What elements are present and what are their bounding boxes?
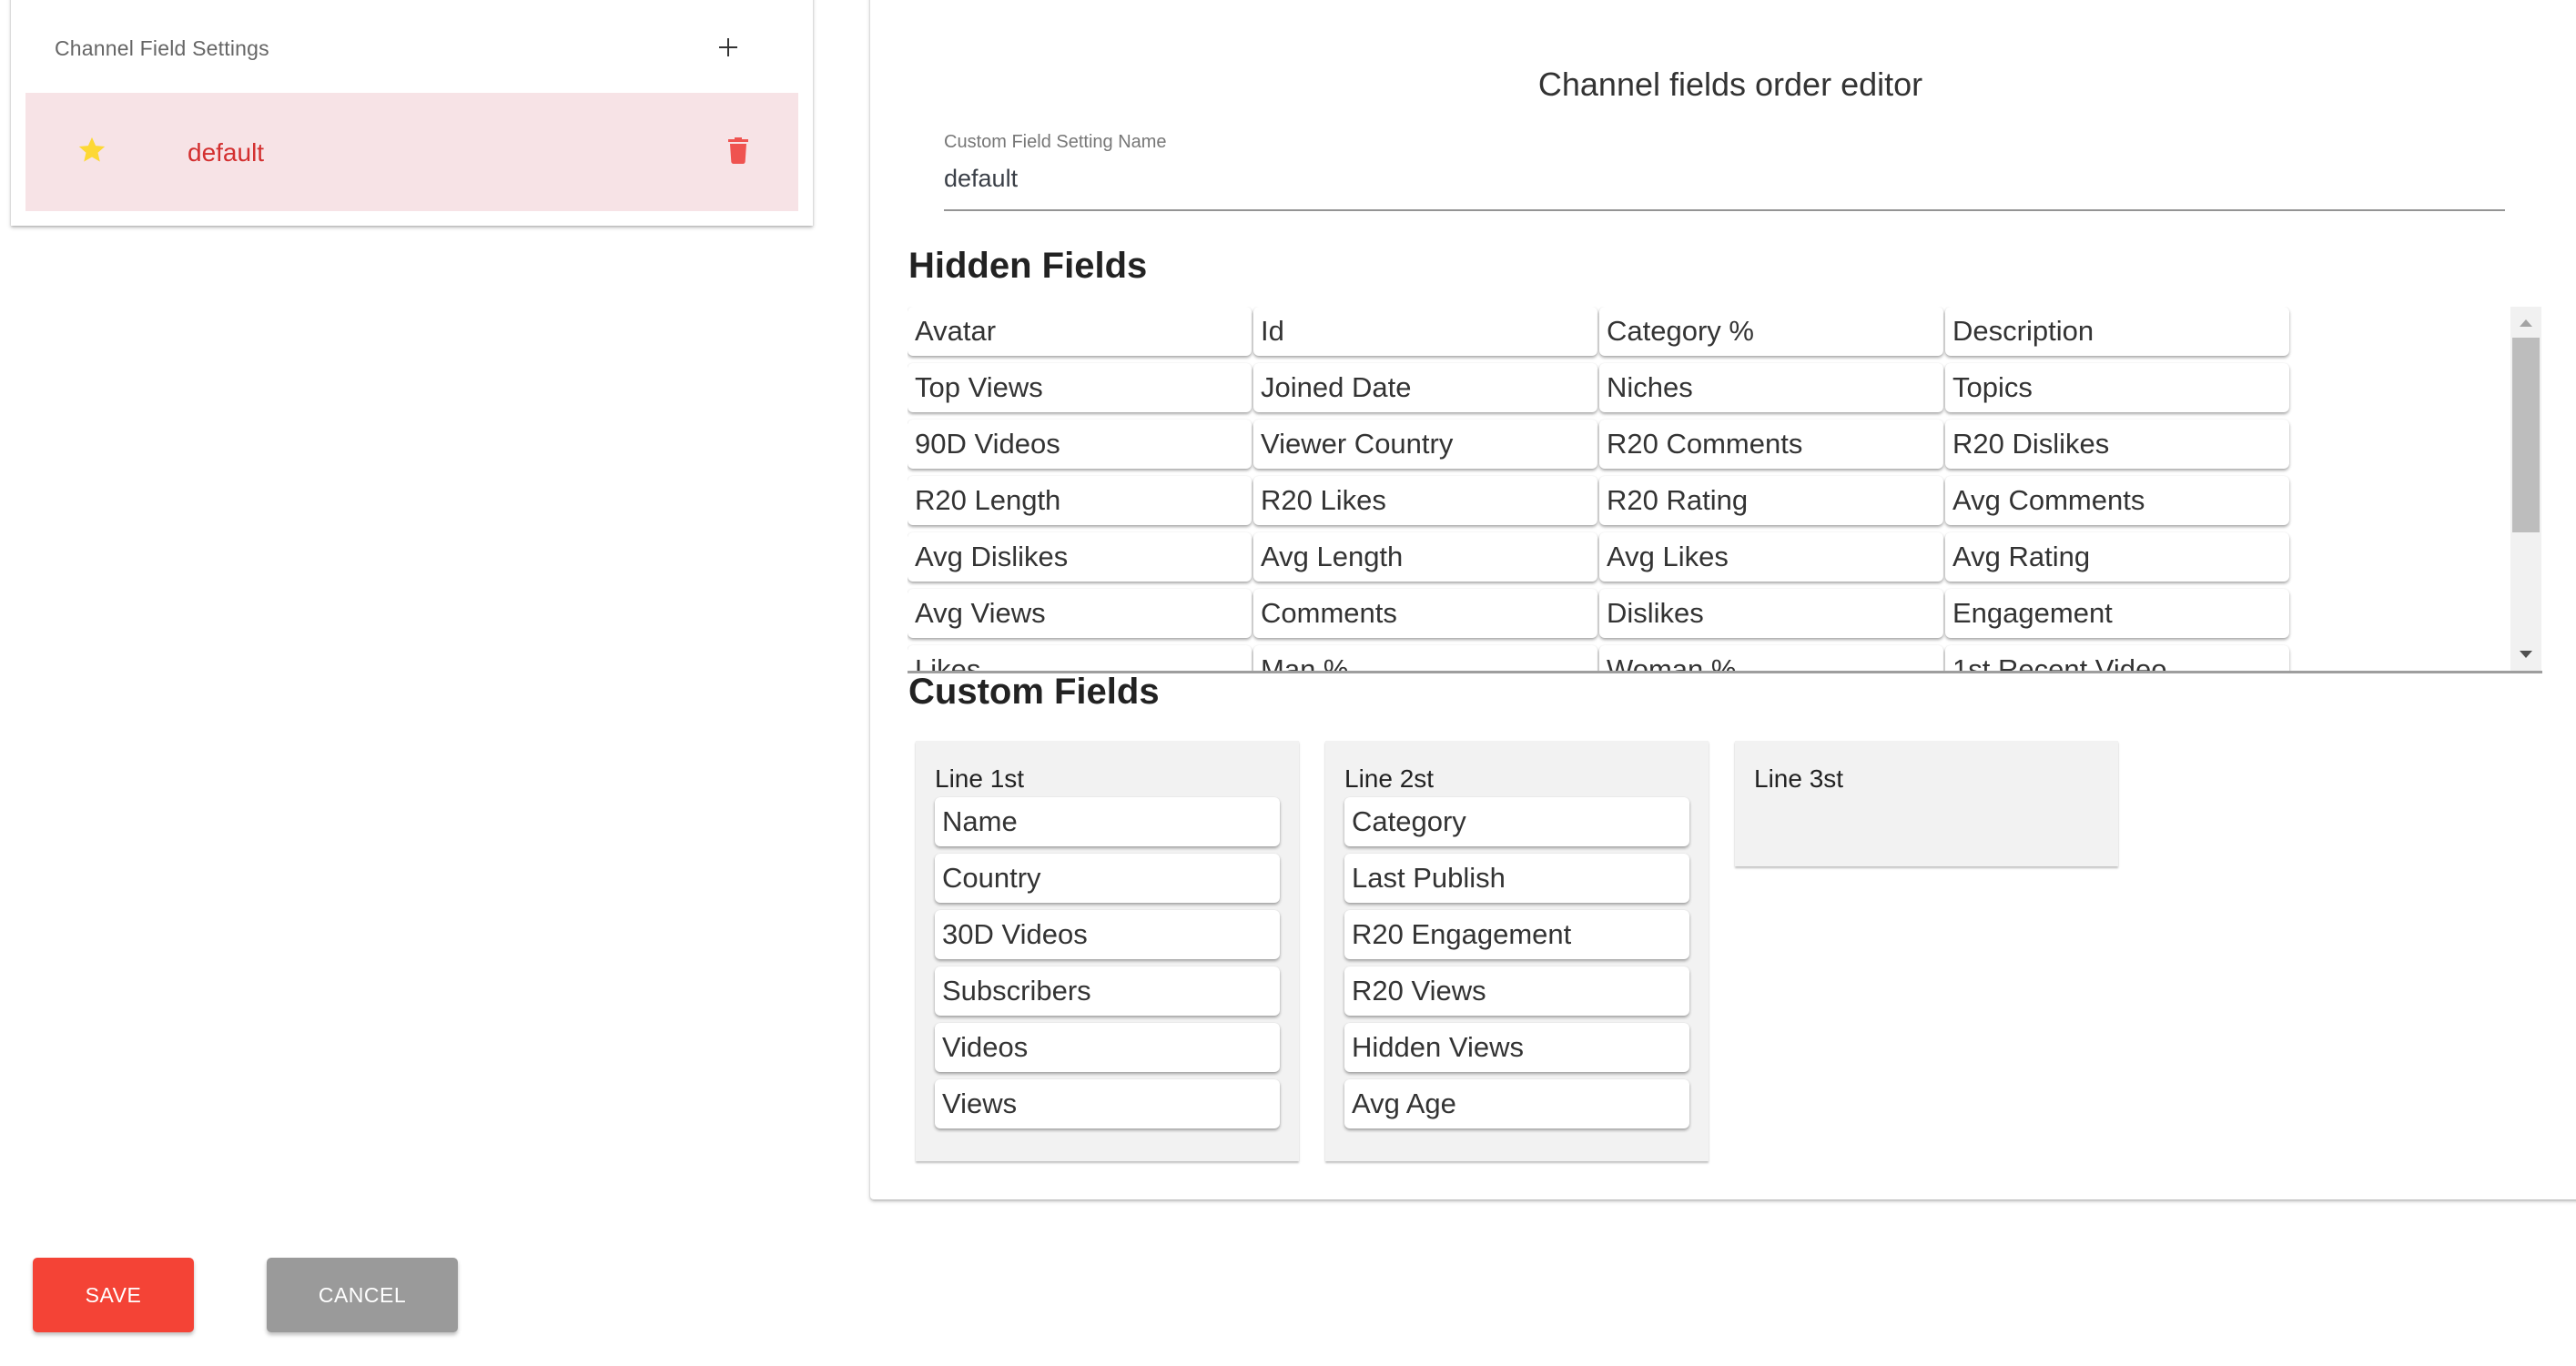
custom-field-chip[interactable]: Last Publish	[1344, 854, 1689, 903]
fields-order-editor: Channel fields order editor Custom Field…	[870, 0, 2576, 1199]
custom-line-list: Category Last Publish R20 Engagement R20 Vi…	[1344, 797, 1689, 1128]
hidden-fields-grid: Avatar Id Category % Description Top Views Jo…	[908, 307, 2289, 671]
scroll-up-button[interactable]	[2510, 307, 2541, 338]
hidden-field-chip[interactable]: Avatar	[908, 307, 1252, 356]
cancel-button[interactable]: CANCEL	[267, 1258, 458, 1332]
hidden-field-chip[interactable]: Avg Rating	[1945, 532, 2289, 582]
hidden-field-chip[interactable]: R20 Likes	[1253, 476, 1597, 525]
scroll-up-arrow-icon	[2520, 319, 2532, 327]
star-icon[interactable]	[76, 135, 107, 166]
setting-name-input[interactable]	[944, 156, 2505, 201]
hidden-field-chip[interactable]: R20 Comments	[1599, 420, 1943, 469]
custom-line-title: Line 1st	[935, 764, 1025, 793]
hidden-field-chip[interactable]: Topics	[1945, 363, 2289, 412]
hidden-fields-list[interactable]: Avatar Id Category % Description Top Views Jo…	[908, 307, 2542, 671]
hidden-field-chip[interactable]: 90D Videos	[908, 420, 1252, 469]
hidden-field-chip[interactable]: Top Views	[908, 363, 1252, 412]
custom-field-chip[interactable]: R20 Views	[1344, 966, 1689, 1016]
hidden-field-chip[interactable]: 1st Recent Video	[1945, 645, 2289, 671]
custom-field-chip[interactable]: Category	[1344, 797, 1689, 846]
custom-field-chip[interactable]: Hidden Views	[1344, 1023, 1689, 1072]
save-button[interactable]: SAVE	[33, 1258, 194, 1332]
add-setting-button[interactable]	[712, 31, 745, 64]
trash-icon[interactable]	[727, 137, 749, 164]
hidden-field-chip[interactable]: Joined Date	[1253, 363, 1597, 412]
custom-line-2[interactable]: Line 2st Category Last Publish R20 Engageme…	[1325, 741, 1709, 1161]
scrollbar-thumb[interactable]	[2512, 338, 2540, 532]
custom-line-title: Line 2st	[1344, 764, 1435, 793]
hidden-field-chip[interactable]: R20 Dislikes	[1945, 420, 2289, 469]
hidden-field-chip[interactable]: Category %	[1599, 307, 1943, 356]
hidden-fields-title: Hidden Fields	[908, 246, 1148, 286]
hidden-field-chip[interactable]: Viewer Country	[1253, 420, 1597, 469]
hidden-fields-scrollbar[interactable]	[2510, 307, 2541, 671]
setting-name-field: Custom Field Setting Name	[944, 132, 2505, 211]
scroll-down-button[interactable]	[2510, 640, 2541, 671]
hidden-field-chip[interactable]: Avg Likes	[1599, 532, 1943, 582]
custom-field-chip[interactable]: Avg Age	[1344, 1079, 1689, 1128]
custom-field-chip[interactable]: Videos	[935, 1023, 1280, 1072]
custom-field-chip[interactable]: Name	[935, 797, 1280, 846]
hidden-field-chip[interactable]: Avg Length	[1253, 532, 1597, 582]
hidden-field-chip[interactable]: R20 Rating	[1599, 476, 1943, 525]
scroll-down-arrow-icon	[2520, 651, 2532, 658]
custom-field-chip[interactable]: Subscribers	[935, 966, 1280, 1016]
custom-fields-title: Custom Fields	[908, 672, 1160, 712]
settings-list-item[interactable]: default	[25, 93, 798, 211]
hidden-field-chip[interactable]: Avg Views	[908, 589, 1252, 638]
hidden-field-chip[interactable]: Engagement	[1945, 589, 2289, 638]
settings-list-panel: Channel Field Settings default	[11, 0, 813, 226]
custom-field-chip[interactable]: Country	[935, 854, 1280, 903]
hidden-field-chip[interactable]: Comments	[1253, 589, 1597, 638]
custom-line-1[interactable]: Line 1st Name Country 30D Videos Subscribers…	[916, 741, 1299, 1161]
hidden-field-chip[interactable]: Likes	[908, 645, 1252, 671]
custom-line-title: Line 3st	[1754, 764, 1844, 793]
hidden-field-chip[interactable]: Avg Comments	[1945, 476, 2289, 525]
settings-item-label: default	[188, 138, 265, 167]
hidden-field-chip[interactable]: Woman %	[1599, 645, 1943, 671]
editor-title: Channel fields order editor	[1537, 66, 1923, 103]
hidden-field-chip[interactable]: Id	[1253, 307, 1597, 356]
custom-line-list: Name Country 30D Videos Subscribers Videos Vi…	[935, 797, 1280, 1128]
hidden-field-chip[interactable]: Description	[1945, 307, 2289, 356]
custom-field-chip[interactable]: Views	[935, 1079, 1280, 1128]
custom-field-chip[interactable]: R20 Engagement	[1344, 910, 1689, 959]
hidden-field-chip[interactable]: Man %	[1253, 645, 1597, 671]
hidden-field-chip[interactable]: R20 Length	[908, 476, 1252, 525]
custom-field-chip[interactable]: 30D Videos	[935, 910, 1280, 959]
hidden-field-chip[interactable]: Niches	[1599, 363, 1943, 412]
setting-name-underline	[944, 209, 2505, 211]
hidden-field-chip[interactable]: Avg Dislikes	[908, 532, 1252, 582]
custom-line-3[interactable]: Line 3st	[1735, 741, 2118, 866]
plus-icon	[719, 38, 737, 56]
hidden-field-chip[interactable]: Dislikes	[1599, 589, 1943, 638]
setting-name-label: Custom Field Setting Name	[944, 132, 1167, 152]
settings-list-title: Channel Field Settings	[55, 36, 269, 60]
